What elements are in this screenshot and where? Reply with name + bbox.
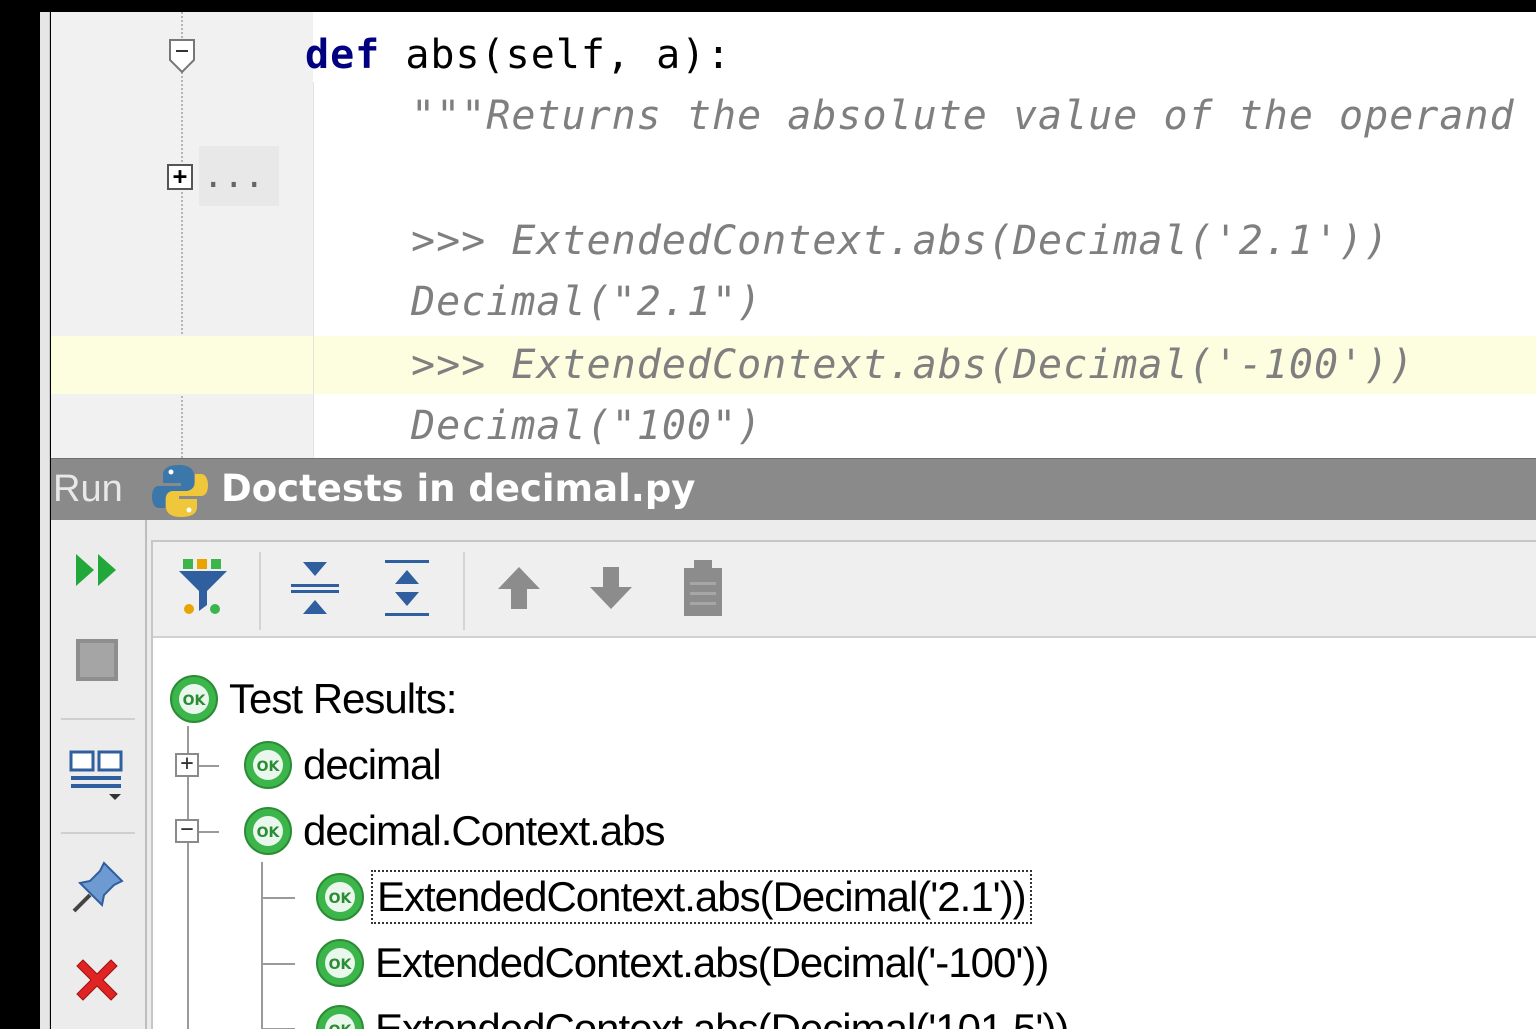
test-results-toolbar xyxy=(153,542,1536,638)
doctest-example-2[interactable]: >>> ExtendedContext.abs(Decimal('-100')) xyxy=(411,342,1414,388)
code-line-def[interactable]: def abs(self, a): xyxy=(305,32,731,78)
svg-text:OK: OK xyxy=(257,759,281,775)
ok-status-icon: OK xyxy=(244,741,292,789)
run-tool-window-header: Run Doctests in decimal.py xyxy=(51,458,1536,520)
svg-text:OK: OK xyxy=(183,693,207,709)
close-icon xyxy=(76,959,118,1001)
toolbar-separator xyxy=(259,552,261,630)
ok-status-icon: OK xyxy=(170,675,218,723)
docstring-summary[interactable]: """Returns the absolute value of the ope… xyxy=(411,93,1515,139)
tree-label: ExtendedContext.abs(Decimal('-100')) xyxy=(375,939,1049,986)
filter-button[interactable] xyxy=(171,556,235,620)
tree-item-test-case-selected[interactable]: OK ExtendedContext.abs(Decimal('2.1')) xyxy=(315,868,1032,926)
expand-toggle[interactable]: + xyxy=(175,753,199,777)
tree-line xyxy=(261,897,295,899)
stop-button[interactable] xyxy=(65,628,129,692)
collapse-all-button[interactable] xyxy=(283,556,347,620)
tree-item-test-case[interactable]: OK ExtendedContext.abs(Decimal('101.5')) xyxy=(315,1000,1069,1029)
export-icon xyxy=(684,560,722,616)
collapse-all-icon xyxy=(291,562,339,614)
svg-text:OK: OK xyxy=(329,891,353,907)
tree-item-test-case[interactable]: OK ExtendedContext.abs(Decimal('-100')) xyxy=(315,934,1049,992)
ok-status-icon: OK xyxy=(316,1005,364,1029)
svg-text:OK: OK xyxy=(257,825,281,841)
tree-line xyxy=(261,862,263,1029)
ide-window: def abs(self, a): """Returns the absolut… xyxy=(0,0,1536,1029)
rerun-icon xyxy=(76,554,116,586)
doctest-example-1[interactable]: >>> ExtendedContext.abs(Decimal('2.1')) xyxy=(411,218,1389,264)
pin-icon xyxy=(72,861,124,913)
tree-item-decimal[interactable]: OK decimal xyxy=(243,736,442,794)
ok-status-icon: OK xyxy=(244,807,292,855)
layout-icon xyxy=(69,750,123,800)
window-left-edge xyxy=(40,12,50,1029)
tree-item-decimal-context-abs[interactable]: OK decimal.Context.abs xyxy=(243,802,666,860)
code-editor[interactable]: def abs(self, a): """Returns the absolut… xyxy=(51,12,1536,458)
next-icon xyxy=(590,567,632,609)
collapse-toggle[interactable]: − xyxy=(175,819,199,843)
tree-label: decimal xyxy=(303,741,442,788)
tree-root-test-results[interactable]: OK Test Results: xyxy=(169,670,457,728)
next-failed-button[interactable] xyxy=(579,556,643,620)
folded-region[interactable]: ... xyxy=(199,146,279,206)
ok-status-icon: OK xyxy=(316,873,364,921)
run-side-toolbar xyxy=(51,520,147,1029)
doctest-expected-1[interactable]: Decimal("2.1") xyxy=(411,279,762,325)
tree-line xyxy=(261,963,295,965)
indent-guide xyxy=(313,82,314,458)
tree-label: decimal.Context.abs xyxy=(303,807,666,854)
python-icon xyxy=(152,465,208,517)
tree-label: ExtendedContext.abs(Decimal('101.5')) xyxy=(375,1005,1069,1029)
doctest-expected-2[interactable]: Decimal("100") xyxy=(411,403,762,449)
svg-text:OK: OK xyxy=(329,1023,353,1029)
toolbar-separator xyxy=(61,832,135,834)
toolbar-separator xyxy=(61,718,135,720)
rerun-button[interactable] xyxy=(65,538,129,602)
test-results-panel: + − OK Test Results: OK decimal OK decim… xyxy=(151,540,1536,1029)
run-configuration-title: Doctests in decimal.py xyxy=(221,467,696,510)
expand-all-button[interactable] xyxy=(375,556,439,620)
filter-icon xyxy=(179,559,227,614)
stop-icon xyxy=(76,639,118,681)
tree-label: ExtendedContext.abs(Decimal('2.1')) xyxy=(371,870,1032,924)
ok-status-icon: OK xyxy=(316,939,364,987)
fold-collapse-icon[interactable] xyxy=(167,38,197,74)
pin-button[interactable] xyxy=(65,856,129,920)
screen-border-top xyxy=(0,0,1536,12)
function-signature: abs(self, a): xyxy=(405,32,732,78)
screen-border-left xyxy=(0,0,40,1029)
run-tab-label[interactable]: Run xyxy=(53,467,123,511)
keyword-def: def xyxy=(305,32,381,78)
toolbar-separator xyxy=(463,552,465,630)
expand-all-icon xyxy=(385,560,429,616)
close-button[interactable] xyxy=(65,948,129,1012)
export-button[interactable] xyxy=(671,556,735,620)
layout-button[interactable] xyxy=(65,742,129,806)
run-tool-window: + − OK Test Results: OK decimal OK decim… xyxy=(51,520,1536,1029)
fold-expand-icon[interactable]: + xyxy=(167,164,193,190)
previous-failed-button[interactable] xyxy=(487,556,551,620)
svg-text:OK: OK xyxy=(329,957,353,973)
previous-icon xyxy=(498,567,540,609)
tree-label: Test Results: xyxy=(229,675,457,722)
